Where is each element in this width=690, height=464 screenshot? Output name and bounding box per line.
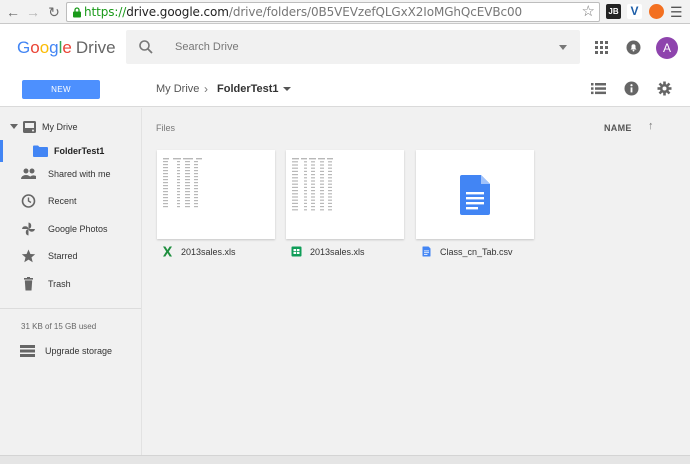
sidebar-item-label: Shared with me: [48, 169, 111, 179]
forward-icon[interactable]: →: [24, 3, 42, 21]
logo-letter: G: [17, 38, 31, 57]
notifications-icon[interactable]: [626, 40, 641, 55]
file-card-footer: 2013sales.xls: [286, 239, 404, 266]
file-name: 2013sales.xls: [181, 247, 236, 257]
file-name: 2013sales.xls: [310, 247, 365, 257]
search-icon[interactable]: [138, 39, 154, 55]
upgrade-storage-label: Upgrade storage: [45, 346, 113, 356]
folder-menu-chevron-icon[interactable]: [283, 87, 291, 91]
folder-icon: [33, 145, 48, 157]
excel-icon: [163, 246, 172, 257]
logo-letter: e: [62, 38, 72, 57]
file-card[interactable]: 2013sales.xls: [157, 150, 275, 266]
file-thumbnail: [416, 150, 534, 239]
file-thumbnail: [286, 150, 404, 239]
shared-icon: [21, 168, 36, 179]
search-options-icon[interactable]: [559, 45, 567, 50]
sidebar-divider: [0, 308, 141, 309]
drive-header: Google Drive Search Drive A: [0, 24, 690, 70]
sidebar-item-label: Recent: [48, 196, 77, 206]
drive-toolbar: NEW My Drive › FolderTest1: [0, 70, 690, 107]
reload-icon[interactable]: ↻: [45, 3, 63, 21]
url-host: drive.google.com: [126, 5, 229, 19]
sheets-icon: [291, 246, 302, 257]
file-card[interactable]: Class_cn_Tab.csv: [416, 150, 534, 266]
logo-product: Drive: [75, 38, 116, 57]
sidebar-item-shared[interactable]: Shared with me: [0, 163, 142, 185]
google-drive-logo[interactable]: Google Drive: [17, 38, 116, 58]
new-button[interactable]: NEW: [22, 80, 100, 99]
main-content: Files NAME ↑ 2013sales.xls 2013sales.xls…: [143, 108, 690, 455]
sidebar-item-starred[interactable]: Starred: [0, 245, 142, 267]
docs-icon: [422, 246, 431, 257]
sidebar-item-label: FolderTest1: [54, 146, 105, 156]
menu-icon[interactable]: ☰: [670, 3, 683, 21]
storage-usage: 31 KB of 15 GB used: [21, 322, 97, 331]
sort-direction-icon[interactable]: ↑: [648, 119, 654, 133]
sidebar-item-label: Google Photos: [48, 224, 108, 234]
file-card-footer: Class_cn_Tab.csv: [416, 239, 534, 266]
logo-letter: g: [49, 38, 59, 57]
url-path: /drive/folders/0B5VEVzefQLGxX2IoMGhQcEVB…: [228, 5, 523, 19]
sidebar: My Drive FolderTest1 Shared with me Rece…: [0, 108, 142, 455]
logo-letter: o: [30, 38, 40, 57]
list-view-icon[interactable]: [591, 81, 606, 96]
files-section-title: Files: [156, 123, 176, 133]
browser-toolbar: ← → ↻ https://drive.google.com/drive/fol…: [0, 0, 690, 24]
clock-icon: [21, 194, 36, 208]
settings-icon[interactable]: [657, 81, 672, 96]
search-input[interactable]: Search Drive: [175, 40, 239, 54]
bookmark-star-icon[interactable]: ☆: [582, 3, 595, 21]
breadcrumb-separator: ›: [204, 82, 208, 96]
sidebar-item-my-drive[interactable]: My Drive: [0, 116, 142, 138]
star-icon: [21, 249, 36, 263]
file-name: Class_cn_Tab.csv: [440, 247, 513, 257]
selected-indicator: [0, 140, 3, 162]
extension-v-icon[interactable]: V: [627, 4, 642, 19]
sidebar-item-google-photos[interactable]: Google Photos: [0, 218, 142, 240]
storage-icon: [20, 345, 35, 357]
url-text: https://drive.google.com/drive/folders/0…: [84, 5, 522, 20]
breadcrumb-current-folder[interactable]: FolderTest1: [217, 82, 279, 96]
avatar[interactable]: A: [656, 37, 678, 59]
drive-icon: [23, 121, 36, 133]
photos-icon: [22, 222, 35, 236]
sidebar-item-recent[interactable]: Recent: [0, 190, 142, 212]
sidebar-item-foldertest1[interactable]: FolderTest1: [0, 140, 142, 162]
sort-by-name-button[interactable]: NAME: [604, 122, 632, 134]
sidebar-item-label: My Drive: [42, 122, 78, 132]
docs-large-icon: [460, 175, 490, 215]
breadcrumb-my-drive[interactable]: My Drive: [156, 82, 199, 96]
spreadsheet-preview: [163, 158, 202, 208]
url-scheme: https://: [84, 5, 127, 19]
window-bottom-edge: [0, 455, 690, 464]
extension-orange-icon[interactable]: [649, 4, 664, 19]
lock-icon: [73, 7, 81, 18]
sidebar-item-label: Starred: [48, 251, 78, 261]
upgrade-storage-link[interactable]: Upgrade storage: [0, 341, 142, 361]
apps-icon[interactable]: [595, 41, 608, 54]
address-bar[interactable]: https://drive.google.com/drive/folders/0…: [66, 2, 600, 22]
expand-chevron-icon[interactable]: [10, 124, 18, 129]
trash-icon: [24, 277, 33, 291]
file-thumbnail: [157, 150, 275, 239]
back-icon[interactable]: ←: [4, 3, 22, 21]
spreadsheet-preview: [292, 158, 333, 211]
file-card-footer: 2013sales.xls: [157, 239, 275, 266]
sidebar-item-trash[interactable]: Trash: [0, 273, 142, 295]
sidebar-item-label: Trash: [48, 279, 71, 289]
search-bar[interactable]: Search Drive: [126, 30, 580, 64]
extension-jb-icon[interactable]: JB: [606, 4, 621, 19]
file-card[interactable]: 2013sales.xls: [286, 150, 404, 266]
info-icon[interactable]: [624, 81, 639, 96]
logo-letter: o: [39, 38, 50, 57]
